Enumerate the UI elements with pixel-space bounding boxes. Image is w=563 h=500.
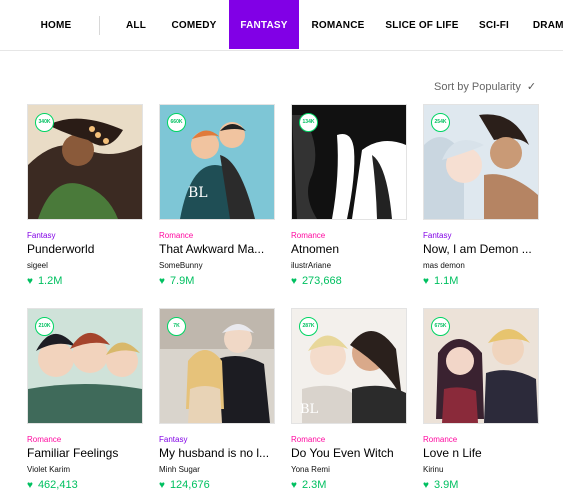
view-count-badge: 210K [35, 317, 54, 336]
heart-icon: ♥ [27, 276, 33, 287]
series-card[interactable]: 254K Fantasy Now, I am Demon ... mas dem… [423, 104, 539, 287]
series-title[interactable]: My husband is no l... [159, 446, 277, 460]
like-count: ♥ 3.9M [423, 479, 458, 491]
series-title[interactable]: Love n Life [423, 446, 541, 460]
like-value: 273,668 [301, 275, 342, 287]
view-count-badge: 134K [299, 113, 318, 132]
series-card[interactable]: 340K Fantasy Punderworld sigeel ♥ 1.2M [27, 104, 143, 287]
author-name[interactable]: Kirinu [423, 465, 443, 474]
like-count: ♥ 2.3M [291, 479, 326, 491]
series-thumbnail[interactable]: 210K [27, 308, 143, 424]
nav-all[interactable]: ALL [117, 0, 155, 49]
series-thumbnail[interactable]: 7K [159, 308, 275, 424]
series-title[interactable]: Familiar Feelings [27, 446, 145, 460]
view-count-badge: 254K [431, 113, 450, 132]
series-thumbnail[interactable]: 134K [291, 104, 407, 220]
genre-label: Fantasy [27, 231, 56, 240]
series-card[interactable]: BL 660K Romance That Awkward Ma... SomeB… [159, 104, 275, 287]
series-card[interactable]: 675K Romance Love n Life Kirinu ♥ 3.9M [423, 308, 539, 491]
author-name[interactable]: SomeBunny [159, 261, 203, 270]
heart-icon: ♥ [423, 276, 429, 287]
like-value: 124,676 [169, 479, 210, 491]
genre-label: Fantasy [423, 231, 452, 240]
genre-label: Romance [291, 231, 326, 240]
genre-label: Romance [423, 435, 458, 444]
author-name[interactable]: ilustrAriane [291, 261, 331, 270]
author-name[interactable]: mas demon [423, 261, 465, 270]
series-title[interactable]: Now, I am Demon ... [423, 242, 541, 256]
nav-drama[interactable]: DRAMA [530, 0, 563, 49]
heart-icon: ♥ [291, 480, 297, 491]
view-count-badge: 675K [431, 317, 450, 336]
nav-comedy[interactable]: COMEDY [164, 0, 224, 49]
author-name[interactable]: Yona Remi [291, 465, 330, 474]
svg-text:BL: BL [300, 402, 319, 417]
like-value: 7.9M [169, 275, 195, 287]
heart-icon: ♥ [423, 480, 429, 491]
genre-nav: HOME ALL COMEDY FANTASY ROMANCE SLICE OF… [0, 0, 563, 51]
sort-label: Sort by Popularity [434, 81, 521, 93]
series-card[interactable]: 7K Fantasy My husband is no l... Minh Su… [159, 308, 275, 491]
series-title[interactable]: Punderworld [27, 242, 145, 256]
series-title[interactable]: That Awkward Ma... [159, 242, 277, 256]
like-count: ♥ 1.2M [27, 275, 62, 287]
nav-fantasy[interactable]: FANTASY [229, 0, 299, 49]
series-thumbnail[interactable]: 340K [27, 104, 143, 220]
nav-sci-fi[interactable]: SCI-FI [472, 0, 516, 49]
heart-icon: ♥ [159, 480, 165, 491]
view-count-badge: 287K [299, 317, 318, 336]
nav-home[interactable]: HOME [28, 0, 84, 49]
series-thumbnail[interactable]: 675K [423, 308, 539, 424]
series-thumbnail[interactable]: 254K [423, 104, 539, 220]
nav-divider [99, 16, 100, 35]
view-count-badge: 660K [167, 113, 186, 132]
genre-label: Romance [291, 435, 326, 444]
series-thumbnail[interactable]: BL 660K [159, 104, 275, 220]
like-count: ♥ 1.1M [423, 275, 458, 287]
check-icon: ✓ [526, 81, 537, 93]
like-count: ♥ 273,668 [291, 275, 342, 287]
like-value: 462,413 [37, 479, 78, 491]
nav-romance[interactable]: ROMANCE [304, 0, 372, 49]
genre-label: Fantasy [159, 435, 188, 444]
series-title[interactable]: Atnomen [291, 242, 409, 256]
like-value: 1.1M [433, 275, 459, 287]
series-card[interactable]: BL 287K Romance Do You Even Witch Yona R… [291, 308, 407, 491]
author-name[interactable]: Minh Sugar [159, 465, 200, 474]
series-title[interactable]: Do You Even Witch [291, 446, 409, 460]
view-count-badge: 7K [167, 317, 186, 336]
svg-text:BL: BL [188, 185, 208, 201]
sort-dropdown[interactable]: Sort by Popularity ✓ [434, 80, 536, 93]
like-count: ♥ 124,676 [159, 479, 210, 491]
like-value: 3.9M [433, 479, 459, 491]
genre-label: Romance [159, 231, 194, 240]
heart-icon: ♥ [291, 276, 297, 287]
nav-slice-of-life[interactable]: SLICE OF LIFE [382, 0, 462, 49]
like-count: ♥ 462,413 [27, 479, 78, 491]
author-name[interactable]: sigeel [27, 261, 48, 270]
series-thumbnail[interactable]: BL 287K [291, 308, 407, 424]
genre-label: Romance [27, 435, 62, 444]
view-count-badge: 340K [35, 113, 54, 132]
author-name[interactable]: Violet Karim [27, 465, 70, 474]
heart-icon: ♥ [159, 276, 165, 287]
heart-icon: ♥ [27, 480, 33, 491]
series-card[interactable]: 134K Romance Atnomen ilustrAriane ♥ 273,6… [291, 104, 407, 287]
series-card[interactable]: 210K Romance Familiar Feelings Violet Ka… [27, 308, 143, 491]
like-value: 1.2M [37, 275, 63, 287]
like-count: ♥ 7.9M [159, 275, 194, 287]
like-value: 2.3M [301, 479, 327, 491]
